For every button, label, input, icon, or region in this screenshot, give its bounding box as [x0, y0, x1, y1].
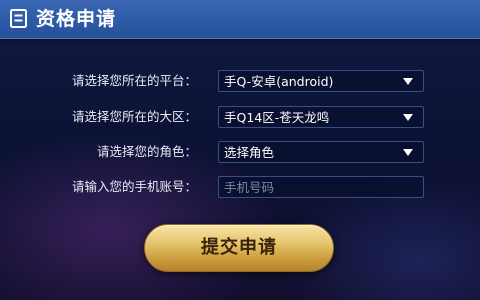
region-select-value: 手Q14区-苍天龙鸣: [224, 110, 330, 125]
submit-button[interactable]: 提交申请: [144, 224, 334, 272]
region-label: 请选择您所在的大区：: [71, 109, 197, 124]
platform-label: 请选择您所在的平台：: [71, 73, 197, 88]
role-label: 请选择您的角色：: [96, 144, 197, 159]
phone-input[interactable]: [218, 176, 424, 198]
list-icon: [10, 9, 27, 28]
platform-select[interactable]: 手Q-安卓(android): [218, 70, 424, 92]
caret-down-icon: [403, 78, 413, 85]
platform-select-value: 手Q-安卓(android): [224, 74, 334, 89]
role-select[interactable]: 选择角色: [218, 141, 424, 163]
caret-down-icon: [403, 114, 413, 121]
caret-down-icon: [403, 149, 413, 156]
dialog-title: 资格申请: [36, 8, 117, 30]
dialog-header: 资格申请: [0, 0, 480, 38]
role-select-value: 选择角色: [224, 145, 275, 160]
submit-button-label: 提交申请: [201, 237, 277, 258]
header-divider: [0, 38, 480, 39]
region-select[interactable]: 手Q14区-苍天龙鸣: [218, 106, 424, 128]
phone-label: 请输入您的手机账号：: [71, 179, 197, 194]
